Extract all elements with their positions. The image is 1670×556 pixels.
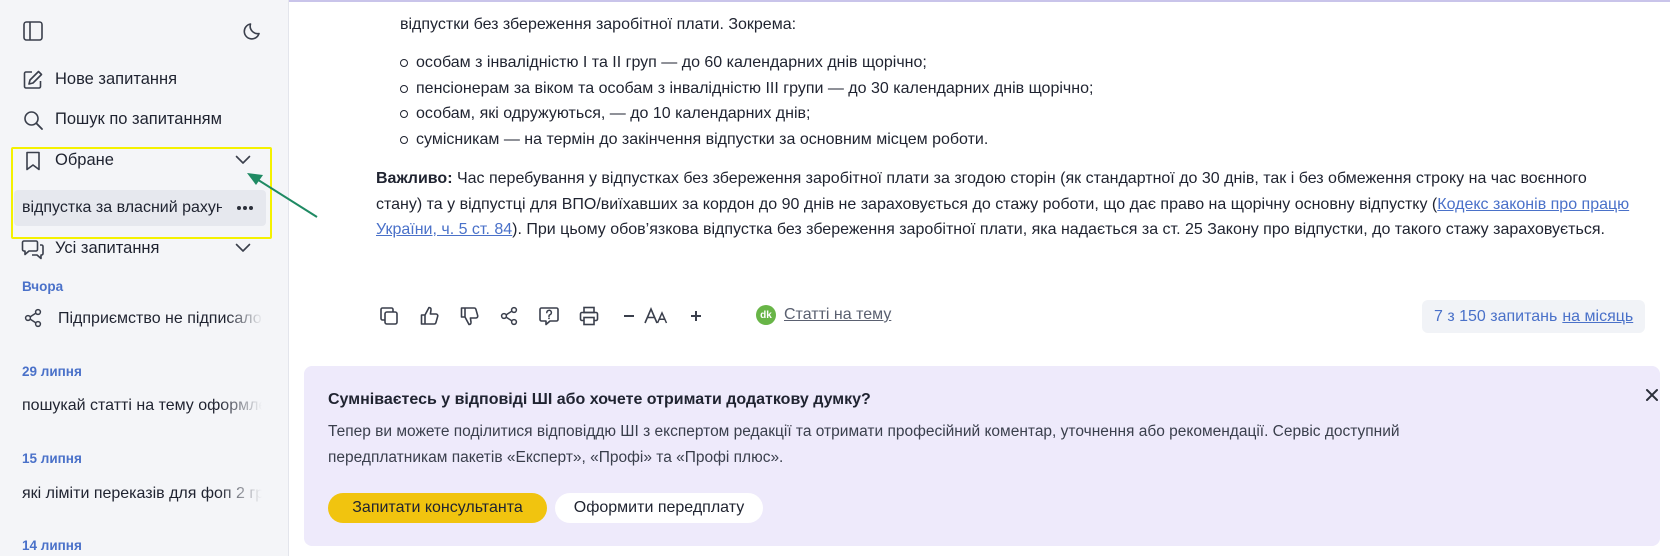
subscribe-button[interactable]: Оформити передплату (555, 493, 763, 523)
banner-body: Тепер ви можете поділитися відповіддю ШІ… (328, 423, 1400, 466)
list-item: сумісникам — на термін до закінчення від… (400, 127, 1093, 153)
thumbs-down-icon[interactable] (456, 302, 482, 330)
search-icon (21, 108, 45, 132)
related-articles-label[interactable]: Статті на тему (784, 306, 891, 324)
close-icon[interactable] (1641, 384, 1663, 406)
important-text: Час перебування у відпустках без збереже… (376, 170, 1587, 213)
sidebar-toggle-icon[interactable] (20, 18, 46, 44)
new-query-label: Нове запитання (55, 69, 178, 88)
new-query-button[interactable]: Нове запитання (0, 62, 288, 96)
list-item: особам, які одружуються, — до 10 календа… (400, 101, 1093, 127)
expert-consult-banner: Сумніваєтесь у відповіді ШІ або хочете о… (304, 366, 1660, 546)
all-queries-label: Усі запитання (55, 238, 160, 257)
share-icon[interactable] (496, 302, 522, 330)
history-date-label: 14 липня (22, 538, 82, 553)
banner-title: Сумніваєтесь у відповіді ШІ або хочете о… (328, 391, 871, 408)
answer-bullets: особам з інвалідністю І та ІІ груп — до … (400, 50, 1093, 152)
related-articles-link[interactable]: dk Статті на тему (756, 305, 891, 325)
help-question-icon[interactable] (536, 302, 562, 330)
important-text-end: ). При цьому обов’язкова відпустка без з… (512, 221, 1605, 238)
history-date-label: Вчора (22, 279, 64, 294)
print-icon[interactable] (576, 302, 602, 330)
answer-intro: відпустки без збереження заробітної плат… (400, 16, 797, 33)
search-queries-button[interactable]: Пошук по запитанням (0, 102, 288, 136)
quota-count: 7 з 150 запитань (1434, 307, 1558, 325)
ask-consultant-button[interactable]: Запитати консультанта (328, 493, 547, 523)
history-item[interactable]: пошукай статті на тему оформлення (22, 397, 262, 415)
list-item: особам з інвалідністю І та ІІ груп — до … (400, 50, 1093, 76)
history-date-label: 15 липня (22, 451, 82, 466)
share-icon (22, 307, 44, 329)
edit-icon (21, 68, 45, 92)
history-item[interactable]: які ліміти переказів для фоп 2 групи (22, 485, 262, 503)
dk-logo-icon: dk (756, 305, 776, 325)
chat-bubbles-icon (21, 237, 45, 261)
answer-panel: відпустки без збереження заробітної плат… (289, 0, 1670, 556)
sidebar: Нове запитання Пошук по запитанням Обран… (0, 0, 289, 556)
chevron-down-icon[interactable] (232, 237, 254, 259)
history-item[interactable]: Підприємство не підписало (58, 310, 263, 328)
decrease-font-icon[interactable] (616, 302, 642, 330)
font-size-icon (641, 302, 673, 330)
thumbs-up-icon[interactable] (416, 302, 442, 330)
history-date-label: 29 липня (22, 364, 82, 379)
important-note: Важливо: Час перебування у відпустках бе… (376, 166, 1631, 243)
highlight-box (11, 147, 272, 239)
copy-icon[interactable] (376, 302, 402, 330)
search-queries-label: Пошук по запитанням (55, 109, 222, 128)
all-queries-section-toggle[interactable]: Усі запитання (0, 231, 288, 265)
important-label: Важливо: (376, 170, 453, 187)
moon-icon[interactable] (240, 18, 266, 44)
increase-font-icon[interactable] (683, 302, 709, 330)
list-item: пенсіонерам за віком та особам з інвалід… (400, 76, 1093, 102)
quota-period-link[interactable]: на місяць (1562, 308, 1633, 326)
query-quota: 7 з 150 запитань на місяць (1422, 300, 1646, 333)
